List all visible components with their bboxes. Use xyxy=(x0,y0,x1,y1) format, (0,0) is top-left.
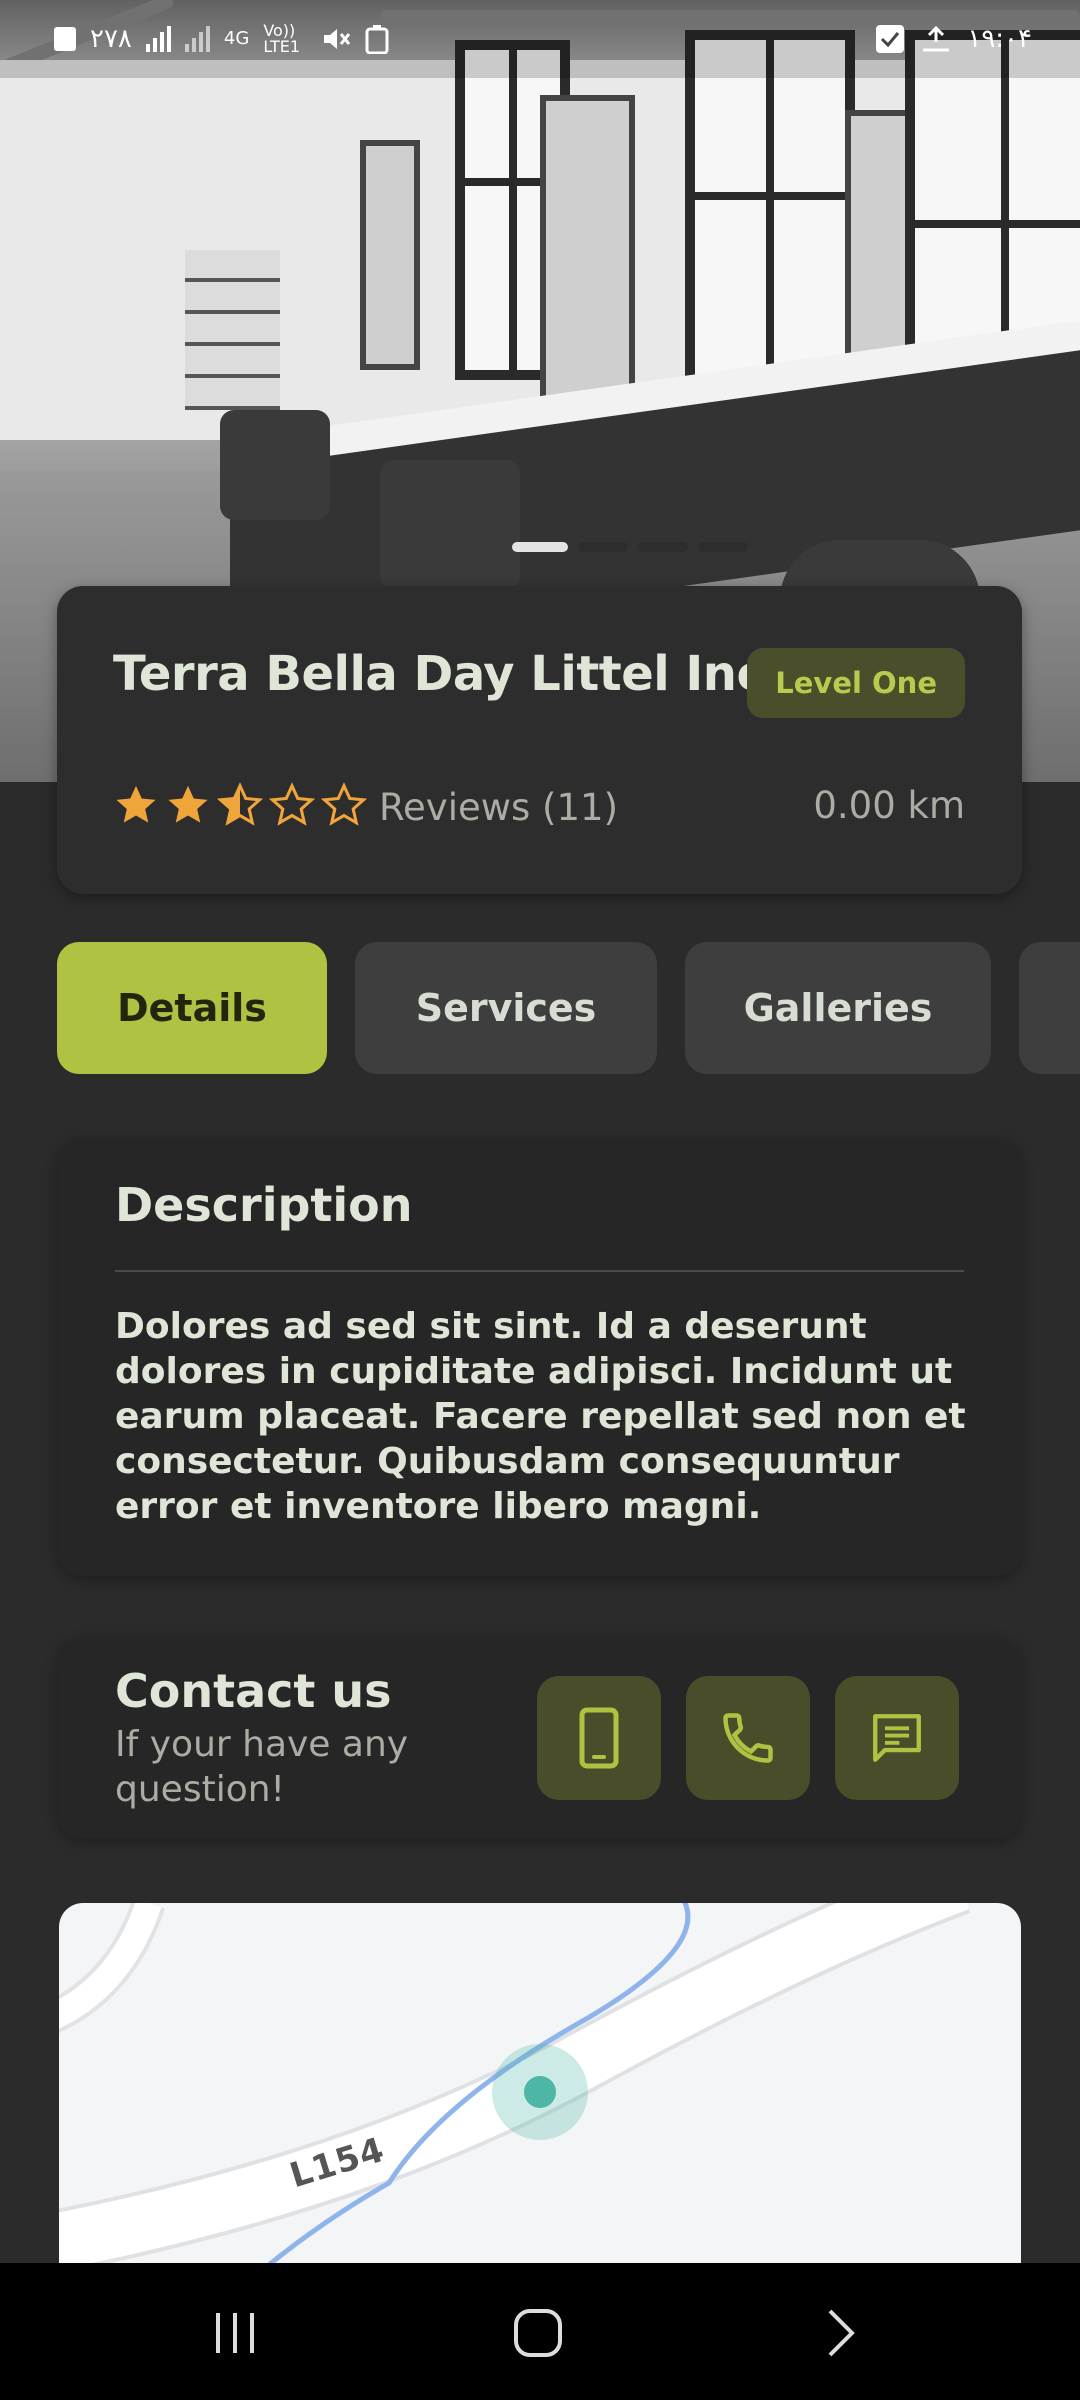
divider xyxy=(115,1270,964,1272)
description-text: Dolores ad sed sit sint. Id a deserunt d… xyxy=(115,1306,966,1527)
location-map[interactable]: L154 xyxy=(59,1903,1021,2263)
reviews-link[interactable]: Reviews (11) xyxy=(379,786,618,829)
star-half-icon xyxy=(217,782,263,826)
home-icon xyxy=(514,2309,562,2357)
battery-saver-icon xyxy=(365,25,389,54)
volte-indicator: Vo)) LTE1 xyxy=(263,21,301,56)
hero-mirror xyxy=(540,95,635,425)
tab-galleries[interactable]: Galleries xyxy=(685,942,991,1074)
home-button[interactable] xyxy=(498,2293,578,2373)
message-icon xyxy=(873,1714,921,1762)
tab-more[interactable] xyxy=(1019,942,1080,1074)
carousel-dot[interactable] xyxy=(638,542,688,552)
contact-subtitle: If your have any question! xyxy=(115,1724,409,1810)
notification-icon xyxy=(54,27,76,51)
tab-details[interactable]: Details xyxy=(57,942,327,1074)
shop-name: Terra Bella Day Littel Inc xyxy=(113,646,765,702)
mute-icon xyxy=(324,29,351,49)
hero-shelf xyxy=(185,250,280,410)
recent-apps-icon xyxy=(216,2313,254,2353)
network-type: 4G xyxy=(223,28,250,49)
status-left-text: ۲۷۸ xyxy=(90,24,132,54)
message-button[interactable] xyxy=(835,1676,959,1800)
mobile-button[interactable] xyxy=(537,1676,661,1800)
data-transfer-icon xyxy=(923,25,950,52)
rating-stars xyxy=(113,782,367,828)
contact-card: Contact us If your have any question! xyxy=(58,1638,1021,1838)
chevron-right-icon xyxy=(828,2309,855,2357)
star-full-icon xyxy=(168,785,208,823)
signal-icon xyxy=(145,26,171,52)
phone-call-icon xyxy=(723,1713,773,1763)
back-button[interactable] xyxy=(38,128,88,192)
distance-label: 0.00 km xyxy=(813,784,965,827)
signal-icon xyxy=(184,26,210,52)
status-bar: ۲۷۸ 4G Vo)) LTE1 ۱۹:۰۴ xyxy=(0,0,1080,78)
system-nav-bar xyxy=(0,2263,1080,2400)
checkbox-notification-icon xyxy=(876,25,905,53)
location-marker-dot xyxy=(524,2076,556,2108)
contact-title: Contact us xyxy=(115,1664,392,1718)
mobile-phone-icon xyxy=(579,1707,619,1769)
star-empty-icon xyxy=(269,782,315,826)
tab-services[interactable]: Services xyxy=(355,942,657,1074)
chevron-left-icon xyxy=(48,131,80,189)
description-title: Description xyxy=(115,1178,413,1232)
star-empty-icon xyxy=(321,782,367,826)
level-badge: Level One xyxy=(747,648,965,718)
description-card: Description Dolores ad sed sit sint. Id … xyxy=(58,1138,1021,1576)
carousel-dot[interactable] xyxy=(698,542,748,552)
shop-header-card: Terra Bella Day Littel Inc Level One Rev… xyxy=(57,586,1022,894)
back-nav-button[interactable] xyxy=(800,2293,880,2373)
call-button[interactable] xyxy=(686,1676,810,1800)
location-marker[interactable] xyxy=(492,2044,588,2140)
recent-apps-button[interactable] xyxy=(195,2293,275,2373)
carousel-dot[interactable] xyxy=(512,542,568,552)
hero-mirror xyxy=(360,140,420,370)
star-full-icon xyxy=(116,785,156,823)
carousel-dot[interactable] xyxy=(578,542,628,552)
clock: ۱۹:۰۴ xyxy=(967,24,1032,54)
section-tabs: Details Services Galleries xyxy=(57,942,1080,1074)
hero-chair xyxy=(220,410,330,520)
hero-chair xyxy=(380,460,520,590)
carousel-indicator[interactable] xyxy=(512,542,748,552)
